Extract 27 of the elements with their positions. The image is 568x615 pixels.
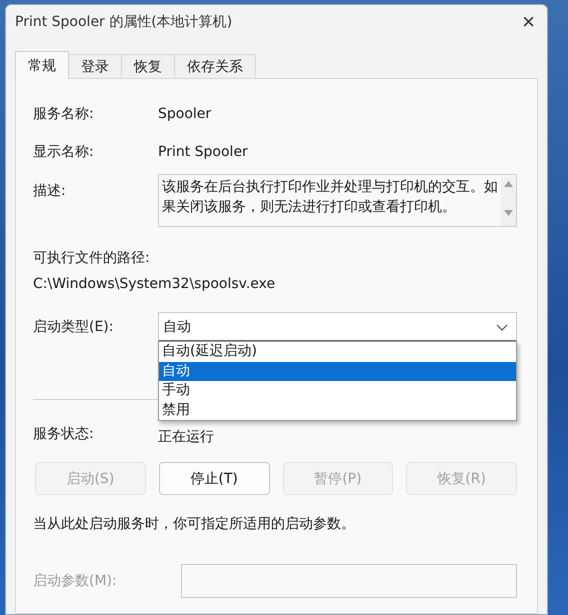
field-label: 描述: bbox=[33, 182, 67, 200]
dropdown-option[interactable]: 禁用 bbox=[159, 400, 516, 420]
startup-type-dropdown[interactable]: 自动 bbox=[158, 312, 517, 341]
display-name-value: Print Spooler bbox=[158, 144, 248, 160]
executable-path: C:\Windows\System32\spoolsv.exe bbox=[33, 276, 276, 292]
field-label: 启动类型(E): bbox=[33, 318, 114, 336]
field-label: 启动参数(M): bbox=[33, 572, 118, 590]
field-label: 可执行文件的路径: bbox=[33, 249, 151, 267]
dropdown-option[interactable]: 手动 bbox=[159, 381, 516, 400]
field-label: 服务状态: bbox=[33, 425, 95, 443]
scroll-up-icon[interactable] bbox=[504, 181, 513, 187]
close-button[interactable]: × bbox=[516, 10, 541, 34]
field-label: 显示名称: bbox=[33, 143, 95, 161]
service-status-value: 正在运行 bbox=[158, 428, 214, 446]
dropdown-option[interactable]: 自动 bbox=[159, 362, 516, 381]
window-title: Print Spooler 的属性(本地计算机) bbox=[15, 13, 232, 31]
scrollbar[interactable] bbox=[501, 177, 516, 226]
description-text: 该服务在后台执行打印作业并处理与打印机的交互。如果关闭该服务，则无法进行打印或查看打印机。 bbox=[162, 178, 499, 217]
service-name-value: Spooler bbox=[158, 106, 212, 122]
field-label: 服务名称: bbox=[33, 105, 95, 123]
tab[interactable]: 常规 bbox=[15, 51, 69, 79]
description-box[interactable]: 该服务在后台执行打印作业并处理与打印机的交互。如果关闭该服务，则无法进行打印或查看打印机。 bbox=[158, 174, 517, 227]
dropdown-option[interactable]: 自动(延迟启动) bbox=[159, 342, 516, 362]
scroll-down-icon[interactable] bbox=[504, 210, 513, 216]
service-button[interactable]: 停止(T) bbox=[158, 462, 270, 495]
hint-text: 当从此处启动服务时，你可指定所适用的启动参数。 bbox=[33, 515, 356, 533]
tab[interactable]: 依存关系 bbox=[174, 54, 256, 78]
